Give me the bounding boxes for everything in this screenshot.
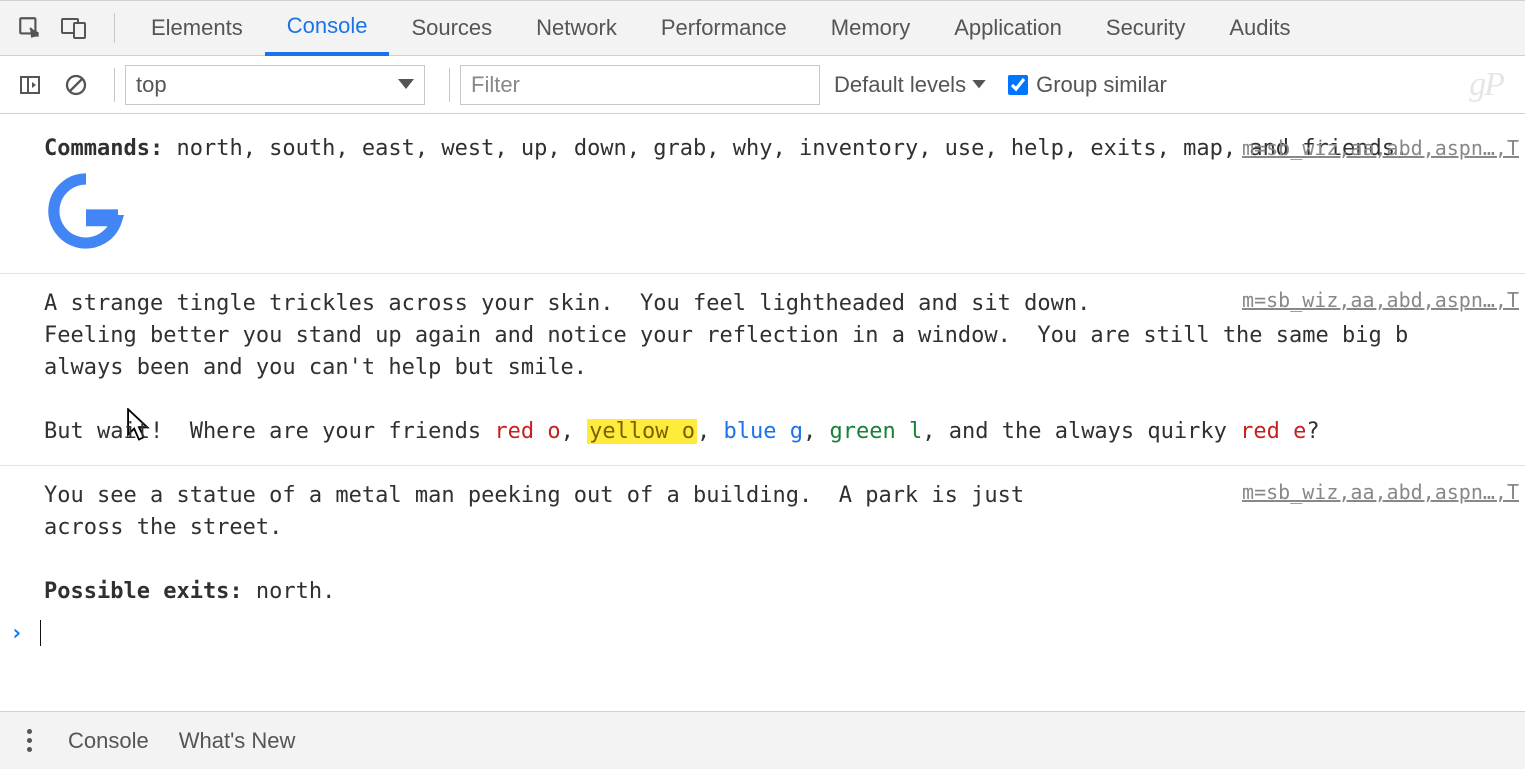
group-similar-input[interactable] (1008, 75, 1028, 95)
levels-label: Default levels (834, 72, 966, 98)
prompt-chevron-icon: › (10, 621, 30, 646)
tab-network[interactable]: Network (514, 0, 639, 56)
clear-console-icon[interactable] (58, 67, 94, 103)
drawer-tab-whatsnew[interactable]: What's New (179, 728, 296, 754)
devtools-tabstrip: Elements Console Sources Network Perform… (0, 0, 1525, 56)
commands-label: Commands: (44, 136, 163, 161)
tab-audits[interactable]: Audits (1207, 0, 1312, 56)
console-prompt[interactable]: › (0, 612, 1525, 654)
group-similar-label: Group similar (1036, 72, 1167, 98)
source-link[interactable]: m=sb_wiz,aa,abd,aspn…,T (1242, 288, 1519, 312)
tab-memory[interactable]: Memory (809, 0, 932, 56)
tab-console[interactable]: Console (265, 0, 390, 56)
log-entry: m=sb_wiz,aa,abd,aspn…,T You see a statue… (0, 476, 1525, 612)
google-g-logo (46, 171, 1481, 251)
tab-security[interactable]: Security (1084, 0, 1207, 56)
source-link[interactable]: m=sb_wiz,aa,abd,aspn…,T (1242, 480, 1519, 504)
log-levels-select[interactable]: Default levels (834, 72, 986, 98)
chevron-down-icon (972, 80, 986, 90)
exits-label: Possible exits: (44, 579, 243, 604)
friend-red-o: red o (494, 419, 560, 444)
friend-green-l: green l (830, 419, 923, 444)
filter-input[interactable] (460, 65, 820, 105)
group-similar-checkbox[interactable]: Group similar (1008, 72, 1167, 98)
device-toolbar-icon[interactable] (56, 10, 92, 46)
tab-application[interactable]: Application (932, 0, 1084, 56)
more-tools-icon[interactable] (14, 729, 44, 752)
friend-blue-g: blue g (724, 419, 803, 444)
separator (114, 68, 115, 102)
separator (114, 13, 115, 43)
inspect-element-icon[interactable] (12, 10, 48, 46)
drawer-tab-console[interactable]: Console (68, 728, 149, 754)
friend-red-e: red e (1240, 419, 1306, 444)
text-caret (40, 620, 41, 646)
source-link[interactable]: m=sb_wiz,aa,abd,aspn…,T (1242, 136, 1519, 160)
commands-list: north, south, east, west, up, down, grab… (163, 136, 1408, 161)
console-toolbar: top Default levels Group similar gP (0, 56, 1525, 114)
exits-value: north. (243, 579, 336, 604)
watermark-logo: gP (1469, 66, 1513, 104)
log-entry: m=sb_wiz,aa,abd,aspn…,T A strange tingle… (0, 284, 1525, 466)
drawer-tabstrip: Console What's New (0, 711, 1525, 769)
tab-elements[interactable]: Elements (129, 0, 265, 56)
separator (449, 68, 450, 102)
log-entry: Commands: north, south, east, west, up, … (0, 132, 1525, 274)
show-console-sidebar-icon[interactable] (12, 67, 48, 103)
friend-yellow-o: yellow o (587, 419, 697, 444)
console-output: Commands: north, south, east, west, up, … (0, 114, 1525, 654)
context-value: top (136, 72, 167, 98)
tab-performance[interactable]: Performance (639, 0, 809, 56)
tab-sources[interactable]: Sources (389, 0, 514, 56)
execution-context-select[interactable]: top (125, 65, 425, 105)
chevron-down-icon (398, 79, 414, 91)
